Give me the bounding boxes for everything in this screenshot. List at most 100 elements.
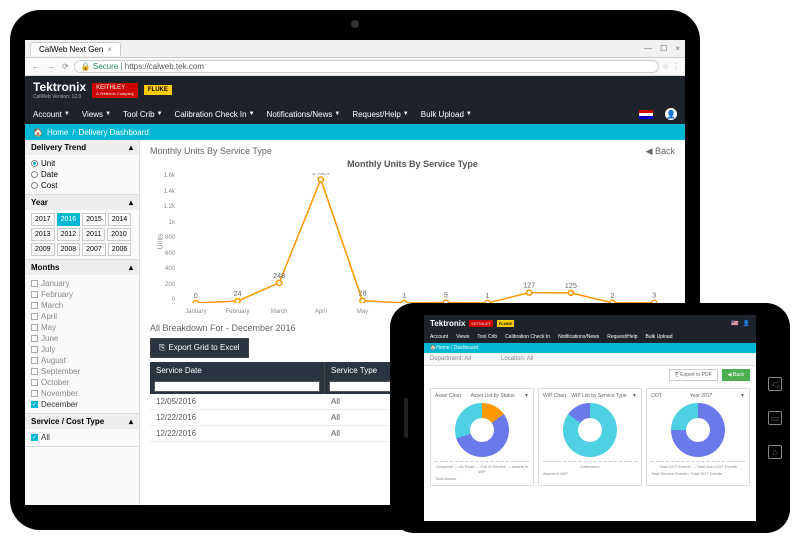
browser-tab[interactable]: CalWeb Next Gen × <box>30 42 121 56</box>
month-february[interactable]: February <box>31 289 133 300</box>
sidebar-trend-header[interactable]: Delivery Trend▴ <box>25 140 139 155</box>
svg-text:5: 5 <box>444 292 448 300</box>
year-2007[interactable]: 2007 <box>82 243 106 256</box>
menu-bulk[interactable]: Bulk Upload▼ <box>421 110 472 119</box>
phone-speaker <box>404 398 408 438</box>
svg-text:1.52k: 1.52k <box>312 173 330 176</box>
month-august[interactable]: August <box>31 355 133 366</box>
year-2011[interactable]: 2011 <box>82 228 105 241</box>
year-2017[interactable]: 2017 <box>31 213 55 226</box>
year-2016[interactable]: 2016 <box>57 213 81 226</box>
svg-text:28: 28 <box>358 290 366 298</box>
phone-avatar-icon[interactable]: 👤 <box>743 320 750 327</box>
svg-text:2: 2 <box>610 292 614 300</box>
tab-title: CalWeb Next Gen <box>39 45 103 54</box>
month-may[interactable]: May <box>31 322 133 333</box>
keithley-badge: KEITHLEY A Tektronix Company <box>92 83 138 98</box>
menu-account[interactable]: Account▼ <box>33 110 70 119</box>
year-2014[interactable]: 2014 <box>108 213 132 226</box>
col-service-date[interactable]: Service Date <box>150 362 325 379</box>
menu-views[interactable]: Views▼ <box>82 110 111 119</box>
sidebar: Delivery Trend▴ Unit Date Cost Year▴ 201… <box>25 140 140 505</box>
export-excel-button[interactable]: ⎘ Export Grid to Excel <box>150 338 249 358</box>
year-2012[interactable]: 2012 <box>57 228 81 241</box>
menu-notifications[interactable]: Notifications/News▼ <box>267 110 341 119</box>
phone-back-button[interactable]: ◀ Back <box>722 369 750 381</box>
phone-export-pdf-button[interactable]: ⎘ Export to PDF <box>669 369 718 381</box>
back-button[interactable]: ◀ Back <box>646 146 675 157</box>
month-september[interactable]: September <box>31 366 133 377</box>
year-2010[interactable]: 2010 <box>107 228 131 241</box>
svg-text:0: 0 <box>194 292 198 300</box>
back-arrow-icon[interactable]: ← <box>30 62 42 71</box>
donut-wip <box>563 403 617 457</box>
month-january[interactable]: January <box>31 278 133 289</box>
radio-date[interactable]: Date <box>31 169 133 180</box>
phone-device: ◁ ▭ ⌂ Tektronix KEITHLEY FLUKE 🇺🇸 👤 Acco… <box>390 303 790 533</box>
browser-tab-bar: CalWeb Next Gen × — ☐ × <box>25 40 685 58</box>
home-icon[interactable]: 🏠 <box>33 128 43 137</box>
phone-recent-icon[interactable]: ⌂ <box>768 445 782 459</box>
main-menu: Account▼ Views▼ Tool Crib▼ Calibration C… <box>25 104 685 124</box>
url-input[interactable]: 🔒 Secure | https://calweb.tek.com <box>74 60 659 73</box>
forward-arrow-icon[interactable]: → <box>45 62 57 71</box>
flag-icon[interactable] <box>639 110 653 119</box>
month-october[interactable]: October <box>31 377 133 388</box>
svg-text:248: 248 <box>273 272 285 280</box>
phone-flag-icon[interactable]: 🇺🇸 <box>731 320 738 327</box>
line-chart: Units 1.6k1.4k1.2k1k8006004002000 024248… <box>175 173 675 303</box>
sidebar-service-header[interactable]: Service / Cost Type▴ <box>25 414 139 429</box>
menu-checkin[interactable]: Calibration Check In▼ <box>175 110 255 119</box>
month-april[interactable]: April <box>31 311 133 322</box>
filter-date-input[interactable] <box>154 381 320 392</box>
close-window-icon[interactable]: × <box>675 44 680 53</box>
user-avatar-icon[interactable]: 👤 <box>665 108 677 120</box>
reload-icon[interactable]: ⟳ <box>60 62 71 71</box>
sidebar-months-header[interactable]: Months▴ <box>25 260 139 275</box>
year-2015[interactable]: 2015 <box>82 213 106 226</box>
year-2013[interactable]: 2013 <box>31 228 55 241</box>
donut-oot <box>671 403 725 457</box>
minimize-icon[interactable]: — <box>644 44 652 53</box>
phone-home-icon[interactable]: ▭ <box>768 411 782 425</box>
fluke-badge: FLUKE <box>144 85 172 95</box>
menu-dots-icon[interactable]: ⋮ <box>672 62 680 71</box>
radio-unit[interactable]: Unit <box>31 158 133 169</box>
month-june[interactable]: June <box>31 333 133 344</box>
radio-cost[interactable]: Cost <box>31 180 133 191</box>
menu-request[interactable]: Request/Help▼ <box>352 110 408 119</box>
address-bar: ← → ⟳ 🔒 Secure | https://calweb.tek.com … <box>25 58 685 76</box>
svg-text:125: 125 <box>565 282 577 290</box>
tablet-camera <box>351 20 359 28</box>
chart-title: Monthly Units By Service Type <box>150 159 675 169</box>
svg-text:24: 24 <box>233 290 241 298</box>
check-all[interactable]: All <box>31 432 133 443</box>
month-december[interactable]: December <box>31 399 133 410</box>
breadcrumb: 🏠 Home / Delivery Dashboard <box>25 124 685 140</box>
svg-text:127: 127 <box>523 282 535 290</box>
month-march[interactable]: March <box>31 300 133 311</box>
chart-section-title: Monthly Units By Service Type <box>150 146 272 157</box>
svg-text:1: 1 <box>402 292 406 300</box>
export-icon: ⎘ <box>159 343 165 353</box>
phone-brand: Tektronix <box>430 319 465 328</box>
year-2009[interactable]: 2009 <box>31 243 55 256</box>
phone-breadcrumb: 🏠 Home / Dashboard <box>424 343 756 353</box>
sidebar-year-header[interactable]: Year▴ <box>25 195 139 210</box>
donut-asset <box>455 403 509 457</box>
svg-text:1: 1 <box>485 292 489 300</box>
phone-back-icon[interactable]: ◁ <box>768 377 782 391</box>
phone-card-oot: OOTYear 2017▼ Total OOT Events — Total N… <box>646 388 750 486</box>
brand-logo: Tektronix <box>33 80 86 94</box>
year-2006[interactable]: 2006 <box>108 243 132 256</box>
star-icon[interactable]: ☆ <box>662 62 669 71</box>
maximize-icon[interactable]: ☐ <box>660 44 667 53</box>
menu-toolcrib[interactable]: Tool Crib▼ <box>123 110 163 119</box>
phone-card-asset: Asset ChartAsset List by Status▼ Complet… <box>430 388 534 486</box>
month-november[interactable]: November <box>31 388 133 399</box>
phone-menu: Account Views Tool Crib Calibration Chec… <box>424 331 756 343</box>
year-2008[interactable]: 2008 <box>57 243 81 256</box>
month-july[interactable]: July <box>31 344 133 355</box>
phone-card-wip: WIP ChartWIP List by Service Type▼ Calib… <box>538 388 642 486</box>
close-icon[interactable]: × <box>107 45 112 54</box>
